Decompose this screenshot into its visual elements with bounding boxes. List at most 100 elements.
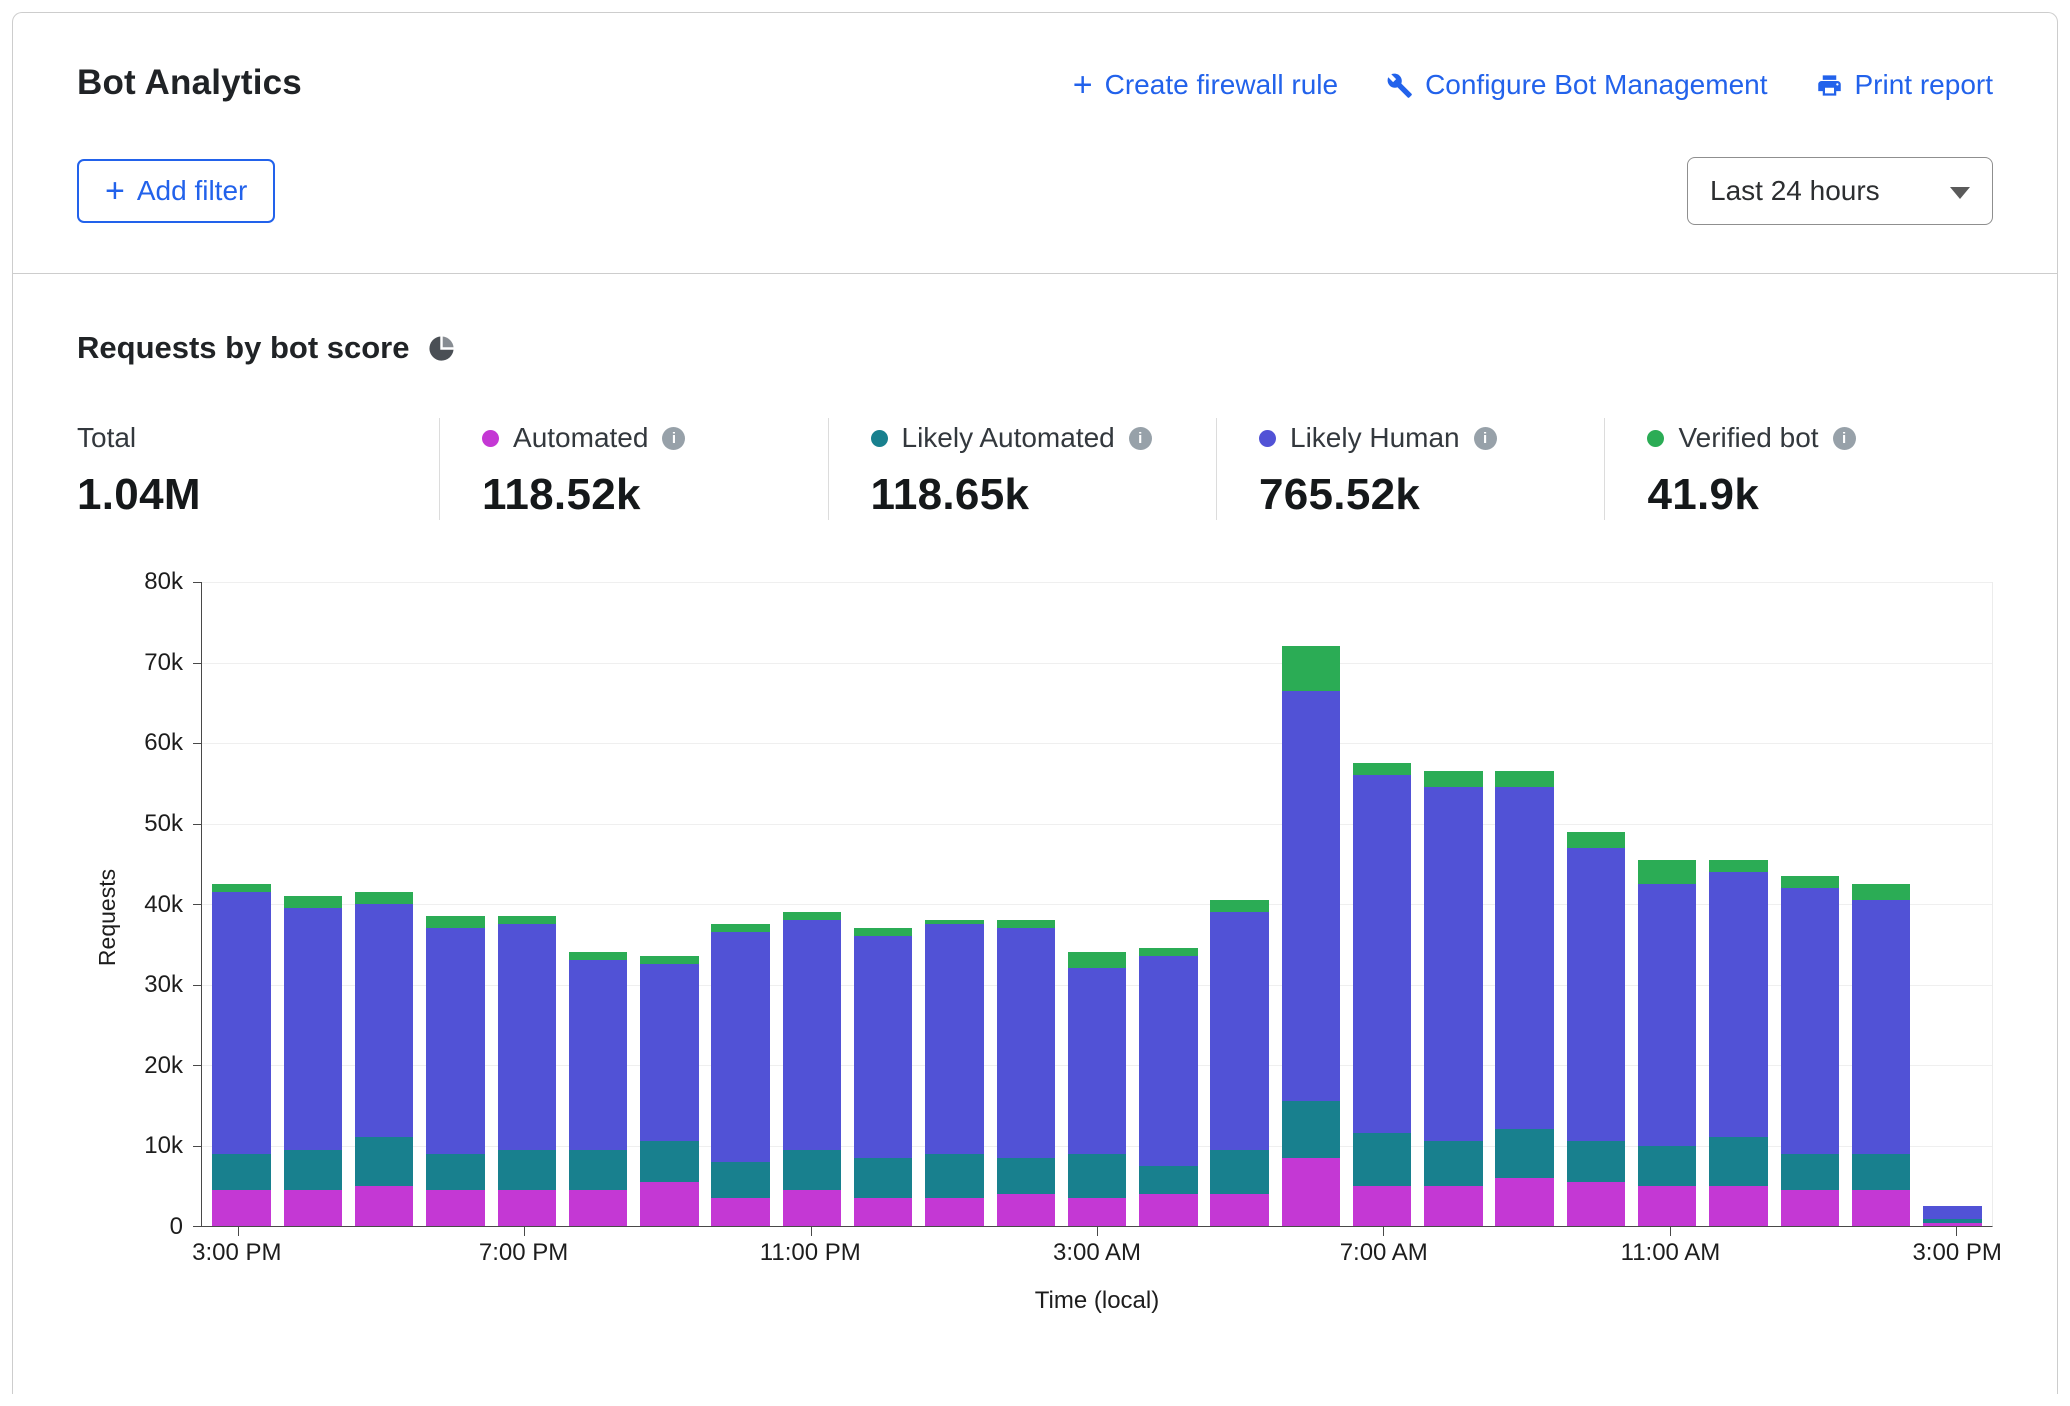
configure-bot-management-link[interactable]: Configure Bot Management (1386, 69, 1767, 101)
segment-automated[interactable] (355, 1186, 413, 1226)
segment-likely-automated[interactable] (569, 1150, 627, 1190)
create-firewall-rule-link[interactable]: + Create firewall rule (1073, 69, 1338, 101)
stacked-bar-6-00-am[interactable] (1282, 582, 1340, 1226)
segment-verified-bot[interactable] (1638, 860, 1696, 884)
segment-likely-human[interactable] (1424, 787, 1482, 1141)
segment-automated[interactable] (640, 1182, 698, 1226)
segment-likely-human[interactable] (1495, 787, 1553, 1129)
segment-verified-bot[interactable] (1709, 860, 1767, 872)
segment-automated[interactable] (426, 1190, 484, 1226)
stacked-bar-4-00-am[interactable] (1139, 582, 1197, 1226)
segment-automated[interactable] (1282, 1158, 1340, 1226)
info-icon[interactable]: i (662, 427, 685, 450)
segment-likely-automated[interactable] (498, 1150, 556, 1190)
time-range-select[interactable]: Last 24 hours (1687, 157, 1993, 225)
segment-automated[interactable] (284, 1190, 342, 1226)
segment-likely-automated[interactable] (1567, 1141, 1625, 1181)
stacked-bar-9-00-pm[interactable] (640, 582, 698, 1226)
segment-verified-bot[interactable] (1353, 763, 1411, 775)
segment-likely-human[interactable] (1282, 691, 1340, 1102)
print-report-link[interactable]: Print report (1816, 69, 1994, 101)
segment-likely-automated[interactable] (1495, 1129, 1553, 1177)
segment-likely-automated[interactable] (1139, 1166, 1197, 1194)
segment-automated[interactable] (925, 1198, 983, 1226)
stacked-bar-11-00-pm[interactable] (783, 582, 841, 1226)
segment-likely-human[interactable] (1923, 1206, 1981, 1219)
segment-likely-automated[interactable] (1282, 1101, 1340, 1157)
segment-automated[interactable] (1139, 1194, 1197, 1226)
segment-verified-bot[interactable] (284, 896, 342, 908)
stacked-bar-1-00-am[interactable] (925, 582, 983, 1226)
segment-likely-automated[interactable] (783, 1150, 841, 1190)
segment-likely-automated[interactable] (212, 1154, 270, 1190)
stacked-bar-3-00-pm[interactable] (212, 582, 270, 1226)
segment-automated[interactable] (1068, 1198, 1126, 1226)
segment-likely-automated[interactable] (1424, 1141, 1482, 1185)
stacked-bar-7-00-pm[interactable] (498, 582, 556, 1226)
segment-likely-human[interactable] (854, 936, 912, 1157)
segment-verified-bot[interactable] (1282, 646, 1340, 690)
segment-likely-human[interactable] (212, 892, 270, 1154)
segment-verified-bot[interactable] (1495, 771, 1553, 787)
stacked-bar-3-00-am[interactable] (1068, 582, 1126, 1226)
segment-likely-human[interactable] (1781, 888, 1839, 1154)
segment-likely-human[interactable] (284, 908, 342, 1150)
stacked-bar-2-00-pm[interactable] (1852, 582, 1910, 1226)
segment-likely-automated[interactable] (1353, 1133, 1411, 1185)
stacked-bar-8-00-am[interactable] (1424, 582, 1482, 1226)
stacked-bar-7-00-am[interactable] (1353, 582, 1411, 1226)
segment-verified-bot[interactable] (1068, 952, 1126, 968)
segment-verified-bot[interactable] (1852, 884, 1910, 900)
segment-likely-human[interactable] (1068, 968, 1126, 1153)
segment-likely-automated[interactable] (640, 1141, 698, 1181)
segment-likely-automated[interactable] (1781, 1154, 1839, 1190)
segment-automated[interactable] (212, 1190, 270, 1226)
stacked-bar-8-00-pm[interactable] (569, 582, 627, 1226)
stacked-bar-6-00-pm[interactable] (426, 582, 484, 1226)
segment-likely-automated[interactable] (1709, 1137, 1767, 1185)
segment-likely-human[interactable] (569, 960, 627, 1149)
segment-verified-bot[interactable] (1424, 771, 1482, 787)
stacked-bar-3-00-pm[interactable] (1923, 582, 1981, 1226)
segment-likely-human[interactable] (1210, 912, 1268, 1149)
segment-verified-bot[interactable] (711, 924, 769, 932)
segment-likely-automated[interactable] (925, 1154, 983, 1198)
info-icon[interactable]: i (1129, 427, 1152, 450)
stacked-bar-5-00-am[interactable] (1210, 582, 1268, 1226)
segment-likely-automated[interactable] (284, 1150, 342, 1190)
segment-verified-bot[interactable] (498, 916, 556, 924)
stacked-bar-5-00-pm[interactable] (355, 582, 413, 1226)
segment-automated[interactable] (854, 1198, 912, 1226)
segment-automated[interactable] (711, 1198, 769, 1226)
segment-likely-human[interactable] (783, 920, 841, 1149)
segment-verified-bot[interactable] (997, 920, 1055, 928)
info-icon[interactable]: i (1474, 427, 1497, 450)
segment-automated[interactable] (1495, 1178, 1553, 1226)
info-icon[interactable]: i (1833, 427, 1856, 450)
segment-automated[interactable] (783, 1190, 841, 1226)
segment-automated[interactable] (1567, 1182, 1625, 1226)
segment-verified-bot[interactable] (1139, 948, 1197, 956)
segment-automated[interactable] (498, 1190, 556, 1226)
segment-verified-bot[interactable] (1781, 876, 1839, 888)
segment-likely-human[interactable] (1709, 872, 1767, 1138)
stacked-bar-12-00-am[interactable] (854, 582, 912, 1226)
segment-likely-automated[interactable] (426, 1154, 484, 1190)
segment-verified-bot[interactable] (783, 912, 841, 920)
segment-automated[interactable] (1781, 1190, 1839, 1226)
segment-automated[interactable] (1353, 1186, 1411, 1226)
segment-verified-bot[interactable] (426, 916, 484, 928)
segment-automated[interactable] (1638, 1186, 1696, 1226)
segment-likely-human[interactable] (1638, 884, 1696, 1146)
segment-likely-automated[interactable] (854, 1158, 912, 1198)
segment-automated[interactable] (997, 1194, 1055, 1226)
segment-likely-automated[interactable] (1210, 1150, 1268, 1194)
segment-likely-human[interactable] (498, 924, 556, 1149)
segment-automated[interactable] (1852, 1190, 1910, 1226)
segment-likely-automated[interactable] (1638, 1146, 1696, 1186)
stacked-bar-9-00-am[interactable] (1495, 582, 1553, 1226)
segment-automated[interactable] (1709, 1186, 1767, 1226)
stacked-bar-1-00-pm[interactable] (1781, 582, 1839, 1226)
add-filter-button[interactable]: + Add filter (77, 159, 275, 223)
segment-likely-human[interactable] (711, 932, 769, 1161)
